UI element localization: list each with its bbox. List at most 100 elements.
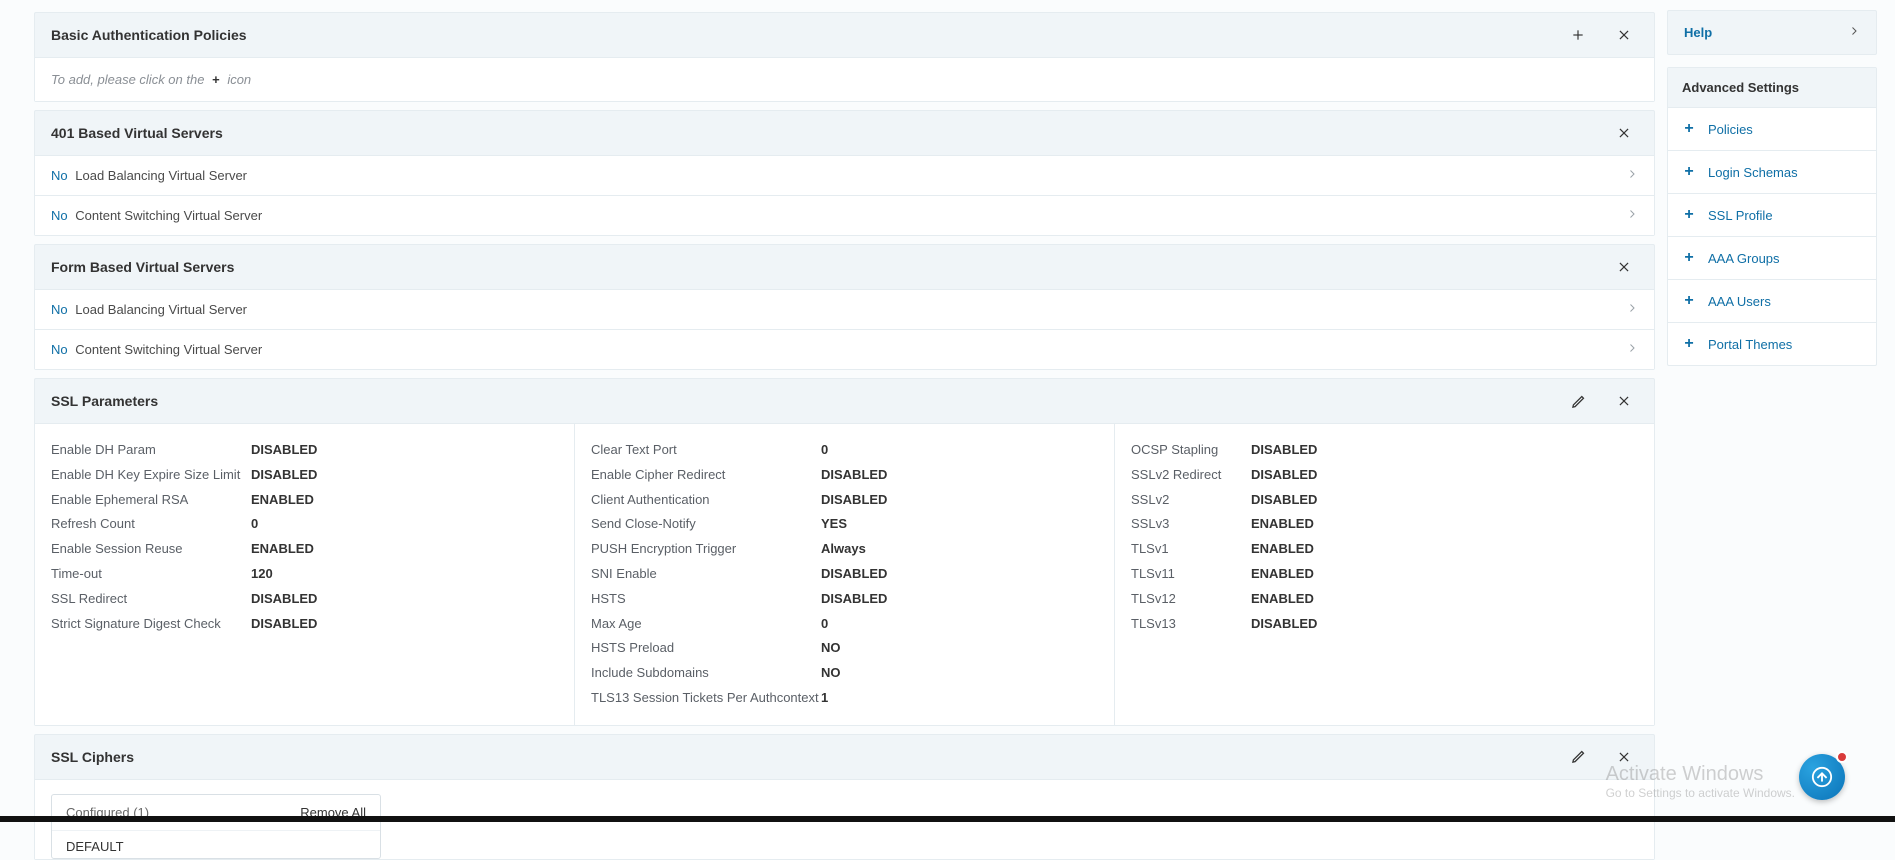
row-label: Load Balancing Virtual Server [75, 168, 247, 183]
ssl-param-row: SSLv2DISABLED [1131, 488, 1638, 513]
param-value: DISABLED [1251, 614, 1317, 635]
ssl-ciphers-panel: SSL Ciphers Configured (1) Remove All [34, 734, 1655, 860]
ssl-params-grid: Enable DH ParamDISABLEDEnable DH Key Exp… [35, 423, 1654, 725]
param-value: 0 [251, 514, 258, 535]
ssl-param-row: Include SubdomainsNO [591, 661, 1098, 686]
add-button[interactable] [1564, 21, 1592, 49]
param-value: DISABLED [251, 589, 317, 610]
param-label: OCSP Stapling [1131, 440, 1251, 461]
param-label: Enable DH Key Expire Size Limit [51, 465, 251, 486]
adv-item-label: AAA Groups [1708, 251, 1780, 266]
panel-title: 401 Based Virtual Servers [51, 125, 223, 141]
plus-icon: + [208, 72, 224, 87]
param-label: TLSv12 [1131, 589, 1251, 610]
adv-setting-aaa-groups[interactable]: + AAA Groups [1668, 236, 1876, 279]
paper-plane-icon [1811, 766, 1833, 788]
param-label: Enable DH Param [51, 440, 251, 461]
chevron-right-icon [1626, 302, 1638, 317]
ssl-param-row: Enable Ephemeral RSAENABLED [51, 488, 558, 513]
hint-prefix: To add, please click on the [51, 72, 204, 87]
ssl-param-row: Enable Cipher RedirectDISABLED [591, 463, 1098, 488]
basic-auth-policies-panel: Basic Authentication Policies To add, pl… [34, 12, 1655, 102]
param-value: DISABLED [251, 465, 317, 486]
401-based-virtual-servers-panel: 401 Based Virtual Servers No Load Balanc… [34, 110, 1655, 236]
content-switching-vs-row[interactable]: No Content Switching Virtual Server [35, 329, 1654, 369]
close-button[interactable] [1610, 21, 1638, 49]
ssl-parameters-panel: SSL Parameters Enable DH ParamDISABLEDEn… [34, 378, 1655, 726]
close-icon [1617, 394, 1631, 408]
ssl-param-row: OCSP StaplingDISABLED [1131, 438, 1638, 463]
edit-button[interactable] [1564, 743, 1592, 771]
ssl-param-row: PUSH Encryption TriggerAlways [591, 537, 1098, 562]
hint-suffix: icon [227, 72, 251, 87]
close-button[interactable] [1610, 253, 1638, 281]
adv-setting-ssl-profile[interactable]: +SSL Profile [1668, 193, 1876, 236]
close-button[interactable] [1610, 387, 1638, 415]
param-value: 0 [821, 440, 828, 461]
help-panel[interactable]: Help [1667, 10, 1877, 55]
panel-title: SSL Ciphers [51, 749, 134, 765]
ssl-param-row: Strict Signature Digest CheckDISABLED [51, 612, 558, 637]
chevron-right-icon [1626, 208, 1638, 223]
param-label: TLSv1 [1131, 539, 1251, 560]
plus-icon [1571, 28, 1585, 42]
load-balancing-vs-row[interactable]: No Load Balancing Virtual Server [35, 155, 1654, 195]
ssl-param-row: Time-out120 [51, 562, 558, 587]
ssl-param-row: Refresh Count0 [51, 512, 558, 537]
param-label: SSLv3 [1131, 514, 1251, 535]
panel-title: Basic Authentication Policies [51, 27, 247, 43]
param-label: SSLv2 [1131, 490, 1251, 511]
form-based-virtual-servers-panel: Form Based Virtual Servers No Load Balan… [34, 244, 1655, 370]
configured-ciphers-box: Configured (1) Remove All DEFAULT [51, 794, 381, 859]
ssl-param-row: Enable DH ParamDISABLED [51, 438, 558, 463]
param-label: HSTS Preload [591, 638, 821, 659]
close-icon [1617, 126, 1631, 140]
row-label: Content Switching Virtual Server [75, 208, 262, 223]
close-button[interactable] [1610, 119, 1638, 147]
content-switching-vs-row[interactable]: No Content Switching Virtual Server [35, 195, 1654, 235]
no-badge: No [51, 168, 68, 183]
param-value: DISABLED [821, 490, 887, 511]
plus-icon: + [1682, 335, 1696, 353]
chevron-right-icon [1626, 342, 1638, 357]
param-value: ENABLED [1251, 514, 1314, 535]
adv-setting-login-schemas[interactable]: +Login Schemas [1668, 150, 1876, 193]
param-label: TLSv11 [1131, 564, 1251, 585]
ssl-param-row: Clear Text Port0 [591, 438, 1098, 463]
plus-icon: + [1682, 249, 1696, 267]
param-label: Client Authentication [591, 490, 821, 511]
panel-title: SSL Parameters [51, 393, 158, 409]
param-value: DISABLED [821, 564, 887, 585]
ssl-param-row: Send Close-NotifyYES [591, 512, 1098, 537]
adv-setting-portal-themes[interactable]: +Portal Themes [1668, 322, 1876, 365]
no-badge: No [51, 302, 68, 317]
param-label: Enable Ephemeral RSA [51, 490, 251, 511]
edit-button[interactable] [1564, 387, 1592, 415]
param-label: Enable Session Reuse [51, 539, 251, 560]
param-label: SSLv2 Redirect [1131, 465, 1251, 486]
chevron-right-icon [1848, 25, 1860, 40]
adv-setting-aaa-users[interactable]: +AAA Users [1668, 279, 1876, 322]
ssl-param-row: Client AuthenticationDISABLED [591, 488, 1098, 513]
adv-item-label: Policies [1708, 122, 1753, 137]
adv-setting-policies[interactable]: + Policies [1668, 107, 1876, 150]
plus-icon: + [1682, 120, 1696, 138]
param-value: 120 [251, 564, 273, 585]
pencil-icon [1571, 749, 1586, 764]
param-value: ENABLED [251, 490, 314, 511]
close-button[interactable] [1610, 743, 1638, 771]
chevron-right-icon [1626, 168, 1638, 183]
param-label: TLS13 Session Tickets Per Authcontext [591, 688, 821, 709]
param-label: Include Subdomains [591, 663, 821, 684]
cipher-item[interactable]: DEFAULT [52, 830, 380, 858]
param-label: Clear Text Port [591, 440, 821, 461]
param-label: Max Age [591, 614, 821, 635]
param-label: Enable Cipher Redirect [591, 465, 821, 486]
ssl-param-row: HSTSDISABLED [591, 587, 1098, 612]
chat-fab-button[interactable] [1799, 754, 1845, 800]
ssl-param-row: SSL RedirectDISABLED [51, 587, 558, 612]
plus-icon: + [1682, 292, 1696, 310]
param-value: ENABLED [1251, 564, 1314, 585]
param-value: DISABLED [821, 589, 887, 610]
load-balancing-vs-row[interactable]: No Load Balancing Virtual Server [35, 289, 1654, 329]
